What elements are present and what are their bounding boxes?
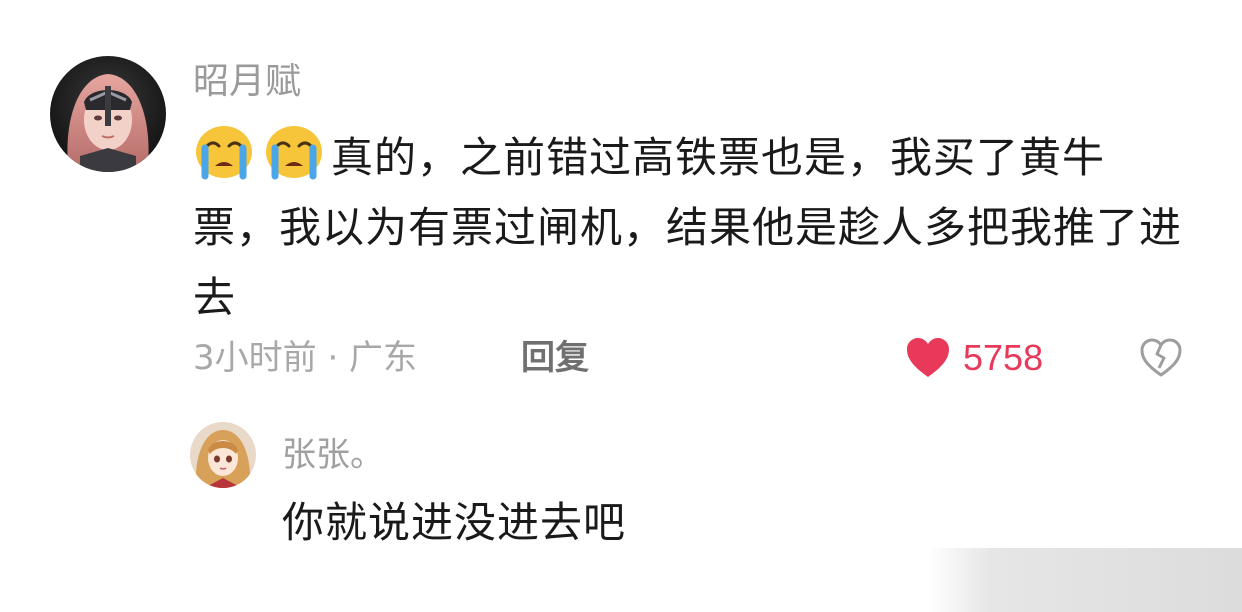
crying-face-icon bbox=[193, 122, 255, 180]
image-shadow bbox=[928, 548, 1242, 612]
comment-actions: 3小时前 · 广东 回复 5758 bbox=[193, 330, 1203, 386]
comment-author[interactable]: 昭月赋 bbox=[193, 58, 301, 106]
avatar[interactable] bbox=[190, 422, 256, 488]
comment-time-location: 3小时前 · 广东 bbox=[193, 338, 418, 378]
crying-face-icon bbox=[263, 122, 325, 180]
broken-heart-icon bbox=[1140, 338, 1182, 377]
like-count: 5758 bbox=[963, 337, 1044, 378]
reply-button[interactable]: 回复 bbox=[521, 334, 589, 382]
heart-icon bbox=[907, 338, 949, 377]
comment-author[interactable]: 张张。 bbox=[282, 432, 384, 478]
comment-text: 你就说进没进去吧 bbox=[282, 498, 627, 547]
dislike-button[interactable] bbox=[1139, 338, 1183, 382]
comment-body: 真的，之前错过高铁票也是，我买了黄牛票，我以为有票过闸机，结果他是趁人多把我推了… bbox=[193, 122, 1183, 333]
avatar[interactable] bbox=[50, 56, 166, 172]
comment-text: 真的，之前错过高铁票也是，我买了黄牛票，我以为有票过闸机，结果他是趁人多把我推了… bbox=[193, 133, 1183, 322]
